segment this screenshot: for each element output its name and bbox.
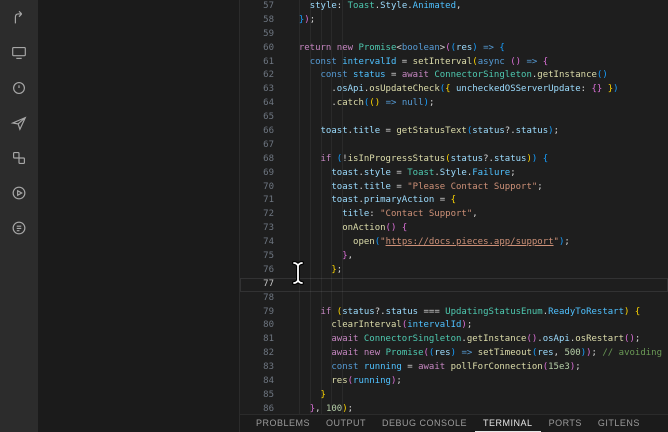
indent-guide: [331, 0, 332, 414]
code-line[interactable]: 61 const intervalId = setInterval(async …: [240, 56, 668, 70]
line-number[interactable]: 84: [240, 375, 288, 389]
vscode-window: 57 style: Toast.Style.Animated,58 });596…: [0, 0, 668, 432]
code-line[interactable]: 81 await ConnectorSingleton.getInstance(…: [240, 333, 668, 347]
code-line[interactable]: 73 onAction() {: [240, 222, 668, 236]
line-number[interactable]: 61: [240, 56, 288, 70]
line-number[interactable]: 80: [240, 319, 288, 333]
code-line[interactable]: 69 toast.style = Toast.Style.Failure;: [240, 167, 668, 181]
line-number[interactable]: 79: [240, 306, 288, 320]
git-fork-icon[interactable]: [6, 6, 32, 30]
code-line[interactable]: 62 const status = await ConnectorSinglet…: [240, 69, 668, 83]
panel-tab-debug-console[interactable]: DEBUG CONSOLE: [374, 415, 475, 432]
editor-group: 57 style: Toast.Style.Animated,58 });596…: [240, 0, 668, 432]
code-line[interactable]: 82 await new Promise((res) => setTimeout…: [240, 347, 668, 361]
code-line[interactable]: 67: [240, 139, 668, 153]
indent-guide: [342, 0, 343, 414]
code-line[interactable]: 77: [240, 278, 668, 292]
line-number[interactable]: 75: [240, 250, 288, 264]
code-line[interactable]: 70 toast.title = "Please Contact Support…: [240, 181, 668, 195]
line-number[interactable]: 81: [240, 333, 288, 347]
panel-tab-terminal[interactable]: TERMINAL: [475, 415, 541, 432]
panel-tab-gitlens[interactable]: GITLENS: [590, 415, 648, 432]
line-number[interactable]: 83: [240, 361, 288, 375]
line-number[interactable]: 85: [240, 389, 288, 403]
line-number[interactable]: 77: [240, 278, 288, 292]
line-number[interactable]: 68: [240, 153, 288, 167]
code-line[interactable]: 72 title: "Contact Support",: [240, 208, 668, 222]
line-number[interactable]: 76: [240, 264, 288, 278]
code-line[interactable]: 57 style: Toast.Style.Animated,: [240, 0, 668, 14]
line-number[interactable]: 58: [240, 14, 288, 28]
send-icon[interactable]: [6, 111, 32, 135]
line-number[interactable]: 73: [240, 222, 288, 236]
code-line[interactable]: 78: [240, 292, 668, 306]
sidebar: [38, 0, 240, 432]
indent-guide: [310, 0, 311, 414]
code-line[interactable]: 74 open("https://docs.pieces.app/support…: [240, 236, 668, 250]
line-number[interactable]: 64: [240, 97, 288, 111]
record-icon[interactable]: [6, 76, 32, 100]
panel-tabs: PROBLEMSOUTPUTDEBUG CONSOLETERMINALPORTS…: [240, 414, 668, 432]
editor[interactable]: 57 style: Toast.Style.Animated,58 });596…: [240, 0, 668, 414]
components-icon[interactable]: [6, 146, 32, 170]
line-number[interactable]: 82: [240, 347, 288, 361]
indent-guide: [299, 0, 300, 414]
activity-bar: [0, 0, 38, 432]
line-number[interactable]: 59: [240, 28, 288, 42]
code-line[interactable]: 85 }: [240, 389, 668, 403]
panel-tab-problems[interactable]: PROBLEMS: [248, 415, 318, 432]
line-number[interactable]: 86: [240, 403, 288, 414]
code-line[interactable]: 65: [240, 111, 668, 125]
code-line[interactable]: 80 clearInterval(intervalId);: [240, 319, 668, 333]
remote-explorer-icon[interactable]: [6, 41, 32, 65]
line-number[interactable]: 62: [240, 69, 288, 83]
line-number[interactable]: 74: [240, 236, 288, 250]
line-number[interactable]: 65: [240, 111, 288, 125]
line-number[interactable]: 78: [240, 292, 288, 306]
line-number[interactable]: 70: [240, 181, 288, 195]
run-circle-icon[interactable]: [6, 181, 32, 205]
line-number[interactable]: 67: [240, 139, 288, 153]
code-line[interactable]: 63 .osApi.osUpdateCheck({ uncheckedOSSer…: [240, 83, 668, 97]
line-number[interactable]: 57: [240, 0, 288, 14]
line-number[interactable]: 60: [240, 42, 288, 56]
line-number[interactable]: 63: [240, 83, 288, 97]
code-line[interactable]: 64 .catch(() => null);: [240, 97, 668, 111]
code-line[interactable]: 60 return new Promise<boolean>((res) => …: [240, 42, 668, 56]
line-number[interactable]: 66: [240, 125, 288, 139]
line-number[interactable]: 72: [240, 208, 288, 222]
code-line[interactable]: 86 }, 100);: [240, 403, 668, 414]
code-line[interactable]: 68 if (!isInProgressStatus(status?.statu…: [240, 153, 668, 167]
indent-guide: [321, 0, 322, 414]
code-line[interactable]: 76 };: [240, 264, 668, 278]
panel-tab-ports[interactable]: PORTS: [541, 415, 590, 432]
list-circle-icon[interactable]: [6, 216, 32, 240]
code-line[interactable]: 75 },: [240, 250, 668, 264]
code-line[interactable]: 66 toast.title = getStatusText(status?.s…: [240, 125, 668, 139]
code-line[interactable]: 84 res(running);: [240, 375, 668, 389]
code-line[interactable]: 79 if (status?.status === UpdatingStatus…: [240, 306, 668, 320]
code-line[interactable]: 59: [240, 28, 668, 42]
line-number[interactable]: 71: [240, 194, 288, 208]
code-lines: 57 style: Toast.Style.Animated,58 });596…: [240, 0, 668, 414]
code-line[interactable]: 71 toast.primaryAction = {: [240, 194, 668, 208]
code-line[interactable]: 83 const running = await pollForConnecti…: [240, 361, 668, 375]
code-line[interactable]: 58 });: [240, 14, 668, 28]
panel-tab-output[interactable]: OUTPUT: [318, 415, 374, 432]
line-number[interactable]: 69: [240, 167, 288, 181]
